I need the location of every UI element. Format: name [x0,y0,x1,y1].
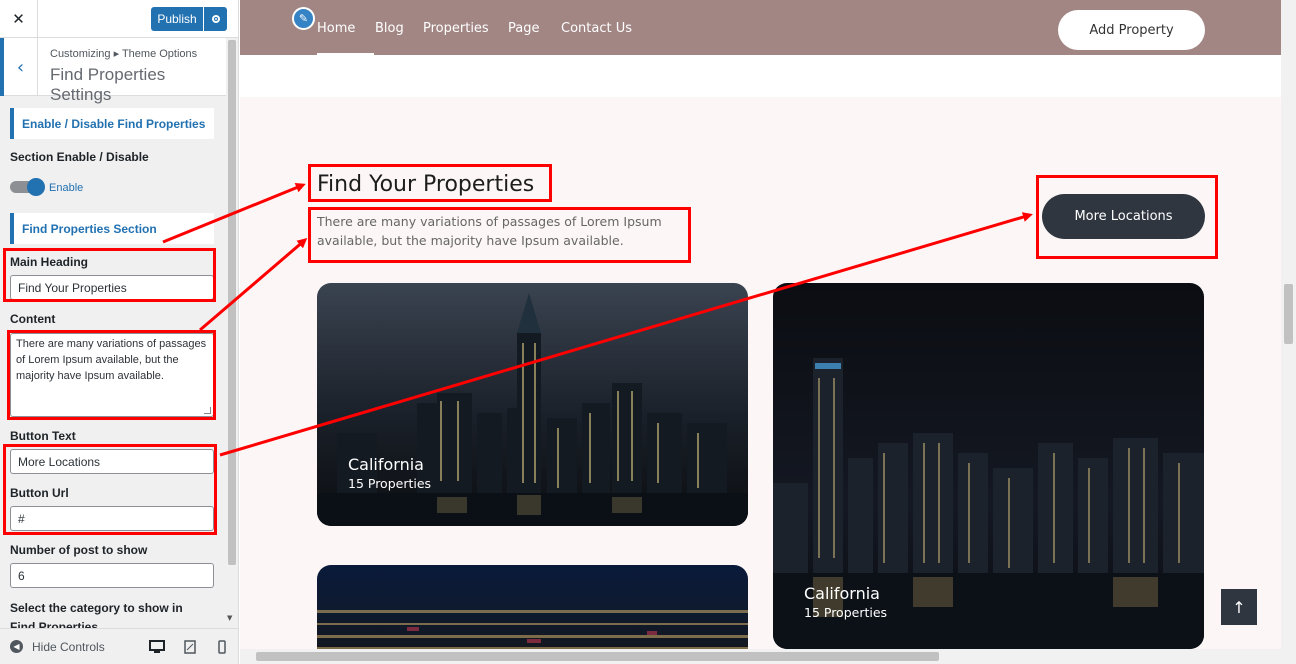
hide-controls-button[interactable]: Hide Controls [32,640,105,654]
hide-controls-icon[interactable]: ◀ [10,640,23,653]
preview-horizontal-thumb[interactable] [256,652,939,661]
chevron-left-icon[interactable]: ‹ [0,38,38,96]
card-subtitle: 15 Properties [804,605,888,620]
scroll-down-icon[interactable]: ▼ [227,614,232,622]
nav-page[interactable]: Page [508,21,539,36]
preview-vertical-thumb[interactable] [1284,284,1293,344]
nav-contact-us[interactable]: Contact Us [561,21,632,36]
highlight-more-locations [1036,175,1218,259]
highlight-button [3,444,217,535]
highlight-content-preview [308,207,691,263]
card-title: California [348,455,424,474]
location-card[interactable]: California 15 Properties [317,283,748,526]
sidebar-scroll-thumb[interactable] [228,40,236,565]
gear-icon[interactable] [204,7,227,31]
site-header: ✎ Home Blog Properties Page Contact Us A… [240,0,1281,55]
arrow-up-icon: ↑ [1232,597,1246,617]
customizer-topbar: ✕ Publish [0,0,238,38]
panel-title: Find Properties Settings [50,65,166,104]
close-icon[interactable]: ✕ [0,0,38,38]
highlight-content [7,330,216,420]
nav-properties[interactable]: Properties [423,21,489,36]
toggle-knob[interactable] [27,178,45,196]
num-posts-input[interactable]: 6 [10,563,214,588]
nav-blog[interactable]: Blog [375,21,404,36]
button-text-label: Button Text [10,429,76,443]
toggle-text: Enable [49,182,84,194]
add-property-button[interactable]: Add Property [1058,10,1205,50]
enable-label: Section Enable / Disable [10,150,149,164]
desktop-icon[interactable] [147,639,167,655]
nav-home[interactable]: Home [317,21,355,36]
highlight-heading [308,164,552,202]
site-preview: ✎ Home Blog Properties Page Contact Us A… [240,0,1296,664]
breadcrumb: Customizing ▸ Theme Options [50,48,198,60]
location-card[interactable]: California 15 Properties [773,283,1204,649]
back-to-top-button[interactable]: ↑ [1221,589,1257,625]
card-subtitle: 15 Properties [348,476,432,491]
customizer-footer: ◀ Hide Controls [0,628,238,664]
highlight-main-heading [3,248,216,302]
publish-button[interactable]: Publish [151,7,203,31]
content-label: Content [10,312,56,326]
section-find-properties[interactable]: Find Properties Section [10,213,214,244]
pencil-icon[interactable]: ✎ [292,7,315,30]
card-title: California [804,584,880,603]
header-spacer [240,55,1281,97]
num-posts-label: Number of post to show [10,543,148,557]
tablet-icon[interactable] [180,639,200,655]
mobile-icon[interactable] [212,639,232,655]
panel-header: ‹ Customizing ▸ Theme Options Find Prope… [0,38,226,104]
section-enable-disable[interactable]: Enable / Disable Find Properties [10,108,214,139]
